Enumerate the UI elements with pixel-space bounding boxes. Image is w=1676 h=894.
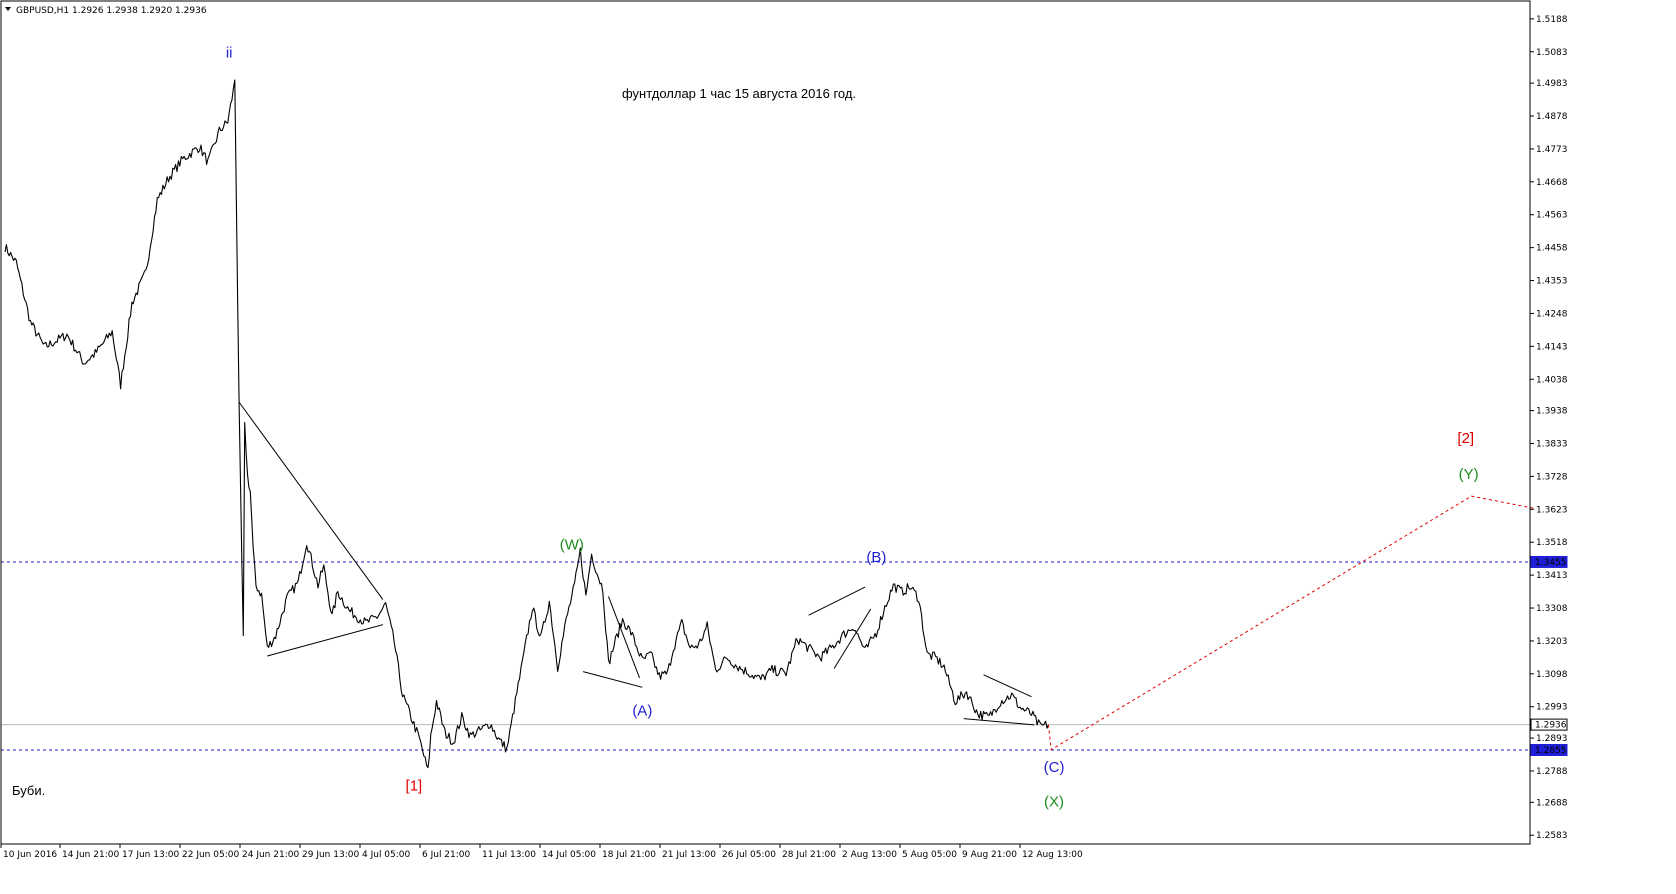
symbol-label: GBPUSD,H1 — [16, 6, 69, 16]
chart-header: GBPUSD,H1 1.2926 1.2938 1.2920 1.2936 — [5, 6, 207, 16]
wave-label: [2] — [1457, 430, 1474, 447]
x-tick-label: 17 Jun 13:00 — [122, 850, 179, 860]
y-tick-label: 1.4878 — [1536, 112, 1568, 122]
y-tick-label: 1.3623 — [1536, 505, 1568, 515]
x-tick-label: 4 Jul 05:00 — [362, 850, 411, 860]
y-tick-label: 1.4143 — [1536, 342, 1568, 352]
x-tick-label: 6 Jul 21:00 — [422, 850, 471, 860]
author-signature: Буби. — [12, 783, 45, 798]
y-tick-label: 1.4038 — [1536, 375, 1568, 385]
x-tick-label: 2 Aug 13:00 — [842, 850, 897, 860]
price-chart[interactable]: ii [1] (W) (A) (B) (C) (X) [2] (Y) 1.5188 1.5083 1… — [0, 0, 1676, 894]
wave-label: (X) — [1044, 793, 1064, 810]
x-tick-label: 26 Jul 05:00 — [722, 850, 776, 860]
x-tick-label: 12 Aug 13:00 — [1022, 850, 1083, 860]
x-tick-label: 10 Jun 2016 — [3, 850, 57, 860]
x-tick-label: 29 Jun 13:00 — [302, 850, 359, 860]
svg-text:1.2936: 1.2936 — [1535, 721, 1567, 731]
wave-label: (A) — [632, 703, 652, 720]
wave-label: (B) — [866, 549, 886, 566]
y-tick-label: 1.2893 — [1536, 734, 1568, 744]
y-tick-label: 1.5188 — [1536, 15, 1568, 25]
wave-label: (C) — [1044, 759, 1065, 776]
y-tick-label: 1.4353 — [1536, 277, 1568, 287]
y-tick-label: 1.3308 — [1536, 604, 1568, 614]
x-tick-label: 5 Aug 05:00 — [902, 850, 957, 860]
y-tick-label: 1.3938 — [1536, 407, 1568, 417]
chart-background — [0, 0, 1676, 894]
y-tick-label: 1.4458 — [1536, 244, 1568, 254]
y-tick-label: 1.3728 — [1536, 472, 1568, 482]
wave-label: [1] — [406, 778, 423, 795]
svg-text:1.3455: 1.3455 — [1535, 558, 1567, 568]
price-marker-1.2936: 1.2936 — [1530, 718, 1568, 731]
x-tick-label: 21 Jul 13:00 — [662, 850, 716, 860]
chart-annotation-title: фунтдоллар 1 час 15 августа 2016 год. — [622, 86, 856, 101]
x-tick-label: 11 Jul 13:00 — [482, 850, 536, 860]
wave-label: ii — [226, 44, 233, 61]
y-tick-label: 1.4248 — [1536, 309, 1568, 319]
y-tick-label: 1.4983 — [1536, 79, 1568, 89]
x-tick-label: 28 Jul 21:00 — [782, 850, 836, 860]
y-tick-label: 1.3203 — [1536, 637, 1568, 647]
y-tick-label: 1.4668 — [1536, 178, 1568, 188]
y-tick-label: 1.2788 — [1536, 767, 1568, 777]
y-tick-label: 1.5083 — [1536, 48, 1568, 58]
price-marker-1.3455: 1.3455 — [1530, 555, 1568, 568]
y-tick-label: 1.3833 — [1536, 439, 1568, 449]
y-tick-label: 1.3518 — [1536, 538, 1568, 548]
y-tick-label: 1.2993 — [1536, 703, 1568, 713]
x-tick-label: 9 Aug 21:00 — [962, 850, 1017, 860]
y-tick-label: 1.3413 — [1536, 571, 1568, 581]
wave-label: (W) — [560, 536, 584, 553]
x-tick-label: 14 Jul 05:00 — [542, 850, 596, 860]
svg-text:1.2855: 1.2855 — [1535, 746, 1567, 756]
y-tick-label: 1.4773 — [1536, 145, 1568, 155]
x-tick-label: 22 Jun 05:00 — [182, 850, 239, 860]
y-tick-label: 1.2583 — [1536, 831, 1568, 841]
ohlc-values: 1.2926 1.2938 1.2920 1.2936 — [72, 6, 207, 16]
x-tick-label: 18 Jul 21:00 — [602, 850, 656, 860]
x-tick-label: 24 Jun 21:00 — [242, 850, 299, 860]
wave-label: (Y) — [1459, 466, 1479, 483]
price-marker-1.2855: 1.2855 — [1530, 743, 1568, 756]
x-tick-label: 14 Jun 21:00 — [62, 850, 119, 860]
y-tick-label: 1.3098 — [1536, 670, 1568, 680]
y-tick-label: 1.4563 — [1536, 211, 1568, 221]
y-tick-label: 1.2688 — [1536, 798, 1568, 808]
